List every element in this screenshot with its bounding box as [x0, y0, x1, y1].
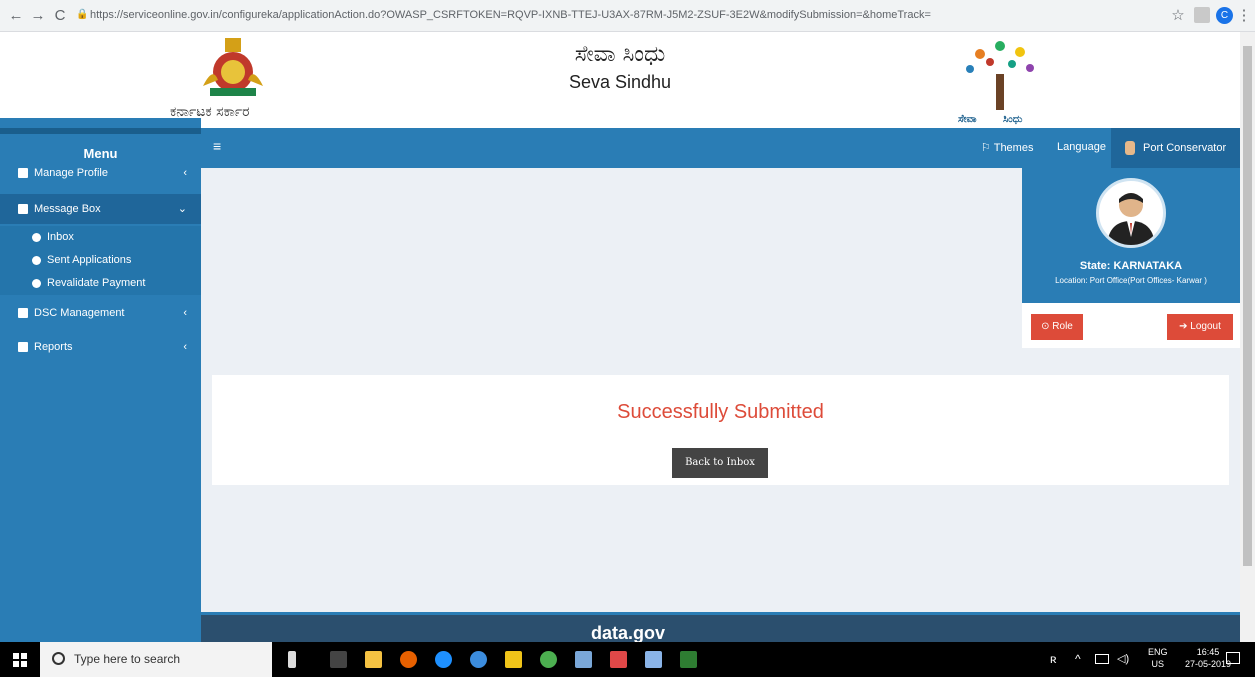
arrow-circle-icon — [32, 278, 41, 288]
sidebar-subitem-label: Revalidate Payment — [47, 277, 146, 289]
sidebar-item-dsc-management[interactable]: DSC Management ‹ — [0, 298, 201, 328]
profile-header: State: KARNATAKA Location: Port Office(P… — [1022, 168, 1240, 303]
chevron-left-icon: ‹ — [183, 307, 187, 319]
page-scrollbar[interactable] — [1240, 32, 1255, 642]
tray-chevron-up-icon[interactable]: ^ — [1075, 652, 1081, 666]
location-label: Location: Port Office(Port Offices- Karw… — [1055, 276, 1207, 285]
notification-icon[interactable] — [1226, 652, 1240, 664]
seva-sindhu-tree-logo — [966, 41, 1034, 110]
clock-date: 27-05-2019 — [1185, 659, 1232, 669]
file-icon — [18, 342, 28, 353]
firefox-icon[interactable] — [400, 651, 417, 668]
data-gov-logo: data.gov — [591, 623, 666, 642]
browser-menu-icon[interactable]: ⋮ — [1234, 6, 1254, 26]
network-icon[interactable] — [1095, 654, 1109, 664]
site-title: Seva Sindhu — [568, 72, 672, 92]
site-header: ಕರ್ನಾಟಕ ಸರ್ಕಾರ ಸೇವಾ ಸಿಂಧು Seva Sindhu ಸೇ… — [0, 32, 1240, 128]
role-button[interactable]: ⊙ Role — [1031, 314, 1083, 340]
state-label: State: KARNATAKA — [1079, 260, 1183, 272]
sign-out-icon: ➔ — [1179, 321, 1191, 332]
excel-icon[interactable] — [680, 651, 697, 668]
user-circle-icon: ⊙ — [1041, 321, 1053, 332]
app-yellow-icon[interactable] — [505, 651, 522, 668]
edge-icon[interactable] — [435, 651, 452, 668]
top-navbar: ≡ ⚐ Themes Language Port Conservator — [201, 128, 1240, 168]
sidebar-subitem-revalidate-payment[interactable]: Revalidate Payment — [0, 272, 201, 295]
users-icon — [18, 168, 28, 179]
lang-code: ENG — [1148, 647, 1168, 657]
reload-icon[interactable]: C — [50, 6, 70, 26]
logo-text-left: ಸೇವಾ — [958, 114, 977, 125]
chevron-left-icon: ‹ — [183, 167, 187, 179]
search-placeholder: Type here to search — [74, 652, 181, 666]
input-language[interactable]: ENG US — [1148, 646, 1168, 670]
notepad-icon[interactable] — [645, 651, 662, 668]
role-label: Role — [1052, 321, 1073, 332]
microphone-icon[interactable] — [288, 651, 296, 668]
paint-icon[interactable] — [575, 651, 592, 668]
people-icon[interactable]: ʀ — [1050, 652, 1057, 666]
address-bar[interactable]: https://serviceonline.gov.in/configureka… — [90, 9, 931, 21]
lock-icon: 🔒 — [76, 9, 89, 20]
user-menu[interactable]: Port Conservator — [1111, 128, 1240, 168]
envelope-icon — [18, 308, 28, 319]
page: ಕರ್ನಾಟಕ ಸರ್ಕಾರ ಸೇವಾ ಸಿಂಧು Seva Sindhu ಸೇ… — [0, 32, 1240, 642]
envelope-icon — [18, 204, 28, 215]
bookmark-star-icon[interactable]: ☆ — [1168, 6, 1188, 26]
hamburger-menu-icon[interactable]: ≡ — [213, 138, 221, 154]
windows-taskbar: Type here to search ʀ ^ ◁) ENG US 16:45 … — [0, 642, 1255, 677]
logout-button[interactable]: ➔ Logout — [1167, 314, 1233, 340]
taskbar-search-input[interactable]: Type here to search — [40, 642, 272, 677]
region-code: US — [1151, 659, 1165, 669]
user-silhouette-icon — [1107, 193, 1155, 245]
system-clock[interactable]: 16:45 27-05-2019 — [1185, 646, 1231, 670]
arrow-circle-icon — [32, 232, 41, 242]
sidebar-subitem-label: Sent Applications — [47, 254, 132, 266]
sidebar: Menu Manage Profile ‹ Message Box ⌄ Inbox … — [0, 118, 201, 642]
chrome-icon[interactable] — [540, 651, 557, 668]
app-red-icon[interactable] — [610, 651, 627, 668]
windows-start-icon[interactable] — [13, 653, 27, 667]
task-view-icon[interactable] — [330, 651, 347, 668]
sidebar-item-manage-profile[interactable]: Manage Profile ‹ — [0, 162, 201, 184]
internet-explorer-icon[interactable] — [470, 651, 487, 668]
scrollbar-thumb[interactable] — [1243, 46, 1252, 566]
sidebar-item-label: Message Box — [34, 203, 101, 215]
sidebar-item-reports[interactable]: Reports ‹ — [0, 332, 201, 362]
user-avatar-icon — [1125, 141, 1135, 156]
sidebar-item-label: DSC Management — [34, 307, 125, 319]
profile-panel: State: KARNATAKA Location: Port Office(P… — [1022, 168, 1240, 348]
sidebar-item-message-box[interactable]: Message Box ⌄ — [0, 194, 201, 224]
back-icon[interactable]: ← — [6, 6, 26, 26]
chevron-down-icon: ⌄ — [177, 203, 187, 215]
sidebar-subitem-sent-applications[interactable]: Sent Applications — [0, 249, 201, 272]
chevron-left-icon: ‹ — [183, 341, 187, 353]
success-message: Successfully Submitted — [617, 401, 824, 423]
submission-result-card: Successfully Submitted Back to Inbox — [212, 375, 1229, 485]
clock-time: 16:45 — [1196, 647, 1220, 657]
extension-icon[interactable] — [1194, 7, 1210, 23]
browser-toolbar: ← → C 🔒 https://serviceonline.gov.in/con… — [0, 0, 1255, 32]
back-to-inbox-button[interactable]: Back to Inbox — [672, 448, 768, 478]
site-title-kannada: ಸೇವಾ ಸಿಂಧು — [574, 42, 666, 67]
sidebar-item-label: Manage Profile — [34, 167, 108, 179]
karnataka-emblem-icon — [203, 38, 263, 96]
logo-text-right: ಸಿಂಧು — [1003, 114, 1023, 125]
footer-logos: data.gov — [201, 612, 1240, 642]
file-explorer-icon[interactable] — [365, 651, 382, 668]
themes-link[interactable]: ⚐ Themes — [981, 141, 1033, 154]
language-link[interactable]: Language — [1057, 141, 1106, 153]
user-name: Port Conservator — [1143, 142, 1227, 154]
avatar — [1096, 178, 1166, 248]
volume-icon[interactable]: ◁) — [1117, 652, 1129, 665]
profile-avatar[interactable]: C — [1216, 7, 1233, 24]
arrow-circle-icon — [32, 255, 41, 265]
logout-label: Logout — [1190, 321, 1221, 332]
sidebar-item-label: Reports — [34, 341, 73, 353]
forward-icon[interactable]: → — [28, 6, 48, 26]
sidebar-subitem-inbox[interactable]: Inbox — [0, 226, 201, 249]
sidebar-subitem-label: Inbox — [47, 231, 74, 243]
search-circle-icon — [52, 652, 65, 665]
